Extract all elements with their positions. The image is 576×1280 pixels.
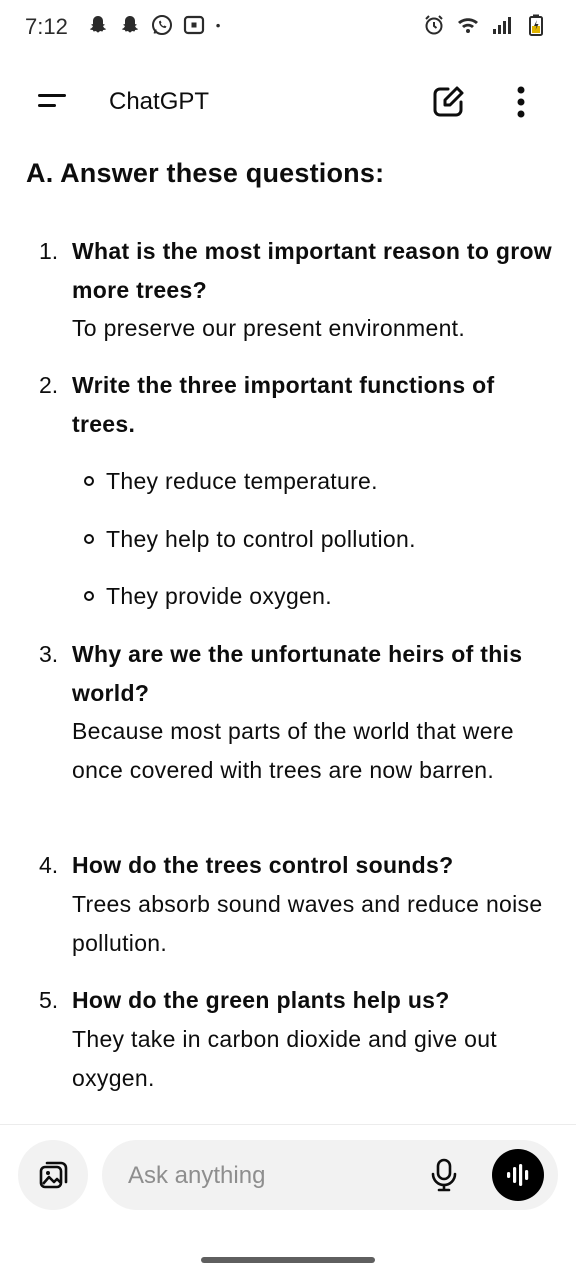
whatsapp-icon [152,15,172,35]
question-number: 1. [39,238,59,264]
composer-divider [0,1124,576,1125]
attach-image-button[interactable] [18,1140,88,1210]
composer-bar [102,1140,558,1210]
menu-button[interactable] [34,87,74,117]
voice-mode-button[interactable] [492,1149,544,1201]
question-number: 2. [39,372,59,398]
section-heading: A. Answer these questions: [26,158,385,188]
more-vertical-icon [517,86,525,118]
snapchat-icon [89,16,107,33]
voice-mode-icon [507,1164,529,1186]
status-bar: 7:12 [0,0,576,52]
new-chat-button[interactable] [428,82,468,122]
snapchat-icon [121,16,139,33]
notification-icons [86,12,228,38]
image-attach-icon [39,1161,68,1189]
question-text: What is the most important reason to gro… [72,238,552,303]
question-text: How do the trees control sounds? [72,852,454,878]
home-indicator[interactable] [201,1257,375,1263]
message-input[interactable] [128,1160,408,1192]
app-header: ChatGPT [0,72,576,132]
bullet-circle-icon [84,590,94,601]
status-time: 7:12 [25,14,68,39]
question-text: Write the three important functions of t… [72,372,495,437]
answer-text: Because most parts of the world that wer… [72,718,514,783]
answer-text: Trees absorb sound waves and reduce nois… [72,891,543,956]
answer-text: They take in carbon dioxide and give out… [72,1026,497,1091]
question-number: 4. [39,852,59,878]
bullet-item: They reduce temperature. [84,468,378,495]
bullet-item: They provide oxygen. [84,583,332,610]
app-notification-icon [183,15,205,35]
menu-icon [38,94,66,107]
microphone-icon [431,1158,457,1192]
wifi-icon [458,18,478,33]
bullet-circle-icon [84,533,94,544]
question-text: Why are we the unfortunate heirs of this… [72,641,523,706]
question-number: 5. [39,987,59,1013]
signal-icon [493,17,511,34]
question-number: 3. [39,641,59,667]
more-notifications-dot [216,23,220,28]
bullet-circle-icon [84,475,94,486]
battery-charging-icon [529,14,543,36]
more-options-button[interactable] [506,82,536,122]
microphone-button[interactable] [428,1157,460,1193]
alarm-icon [425,15,443,35]
answer-text: To preserve our present environment. [72,315,466,341]
app-title: ChatGPT [109,88,210,115]
new-chat-icon [433,86,464,117]
question-text: How do the green plants help us? [72,987,450,1013]
system-icons [422,12,548,38]
bullet-item: They help to control pollution. [84,526,416,553]
